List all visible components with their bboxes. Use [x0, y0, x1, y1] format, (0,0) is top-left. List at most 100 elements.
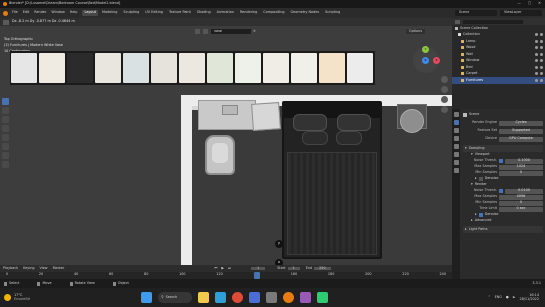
render-engine-dropdown[interactable]: Cycles [499, 120, 543, 126]
render-noise-threshold-field[interactable]: 0.0100 [505, 188, 543, 194]
collection-tab-icon[interactable] [453, 160, 459, 165]
playhead[interactable] [254, 272, 260, 279]
asset-thumbnail[interactable] [95, 53, 121, 83]
visibility-icon[interactable] [535, 78, 538, 82]
output-tab-icon[interactable] [453, 128, 459, 133]
photos-icon[interactable] [266, 292, 278, 303]
taskbar-search[interactable]: ⚲ Search [158, 292, 193, 303]
render-tab-icon[interactable] [453, 120, 459, 125]
blender-menu-icon[interactable] [3, 10, 8, 16]
asset-thumbnail[interactable] [11, 53, 37, 83]
desk-papers[interactable] [251, 102, 281, 131]
time-limit-field[interactable]: 0 sec [499, 206, 543, 212]
timeline-ruler[interactable]: 0 20 40 60 80 100 120 140 160 180 200 22… [0, 272, 452, 278]
language-indicator[interactable]: ENG [495, 295, 502, 299]
media-icon[interactable] [300, 292, 312, 303]
visibility-icon[interactable] [535, 46, 538, 50]
jump-start-icon[interactable]: ⏮ [214, 266, 217, 270]
outliner-search-input[interactable] [463, 19, 523, 24]
advanced-subpanel-header[interactable]: ▸ Advanced [463, 218, 543, 224]
camera-render-icon[interactable] [540, 39, 543, 43]
bed-blanket[interactable] [287, 152, 377, 255]
timeline-playback-menu[interactable]: Playback [3, 266, 18, 270]
asset-thumbnail[interactable] [235, 53, 261, 83]
gizmo-z-axis[interactable]: Z [422, 57, 429, 64]
menu-render[interactable]: Render [34, 10, 46, 14]
app-icon[interactable] [317, 292, 329, 303]
file-explorer-icon[interactable] [198, 292, 210, 303]
clear-search-icon[interactable]: ✕ [253, 29, 256, 33]
desk-drawer[interactable] [222, 105, 238, 115]
edge-browser-icon[interactable] [215, 292, 227, 303]
tab-sculpting[interactable]: Sculpting [121, 10, 141, 15]
windows-start-icon[interactable] [141, 292, 153, 303]
noise-threshold-checkbox[interactable] [499, 159, 503, 163]
feature-set-dropdown[interactable]: Supported [499, 128, 543, 134]
transform-tool-icon[interactable] [2, 143, 9, 150]
maximize-icon[interactable]: □ [528, 1, 531, 5]
render-max-samples-field[interactable]: 4096 [499, 194, 543, 200]
texture-tab-icon[interactable] [453, 168, 459, 173]
camera-render-icon[interactable] [540, 46, 543, 50]
asset-thumbnail[interactable] [319, 53, 345, 83]
camera-render-icon[interactable] [540, 33, 543, 37]
visibility-icon[interactable] [535, 39, 538, 43]
current-frame-field[interactable]: 1 [251, 266, 266, 271]
camera-render-icon[interactable] [540, 72, 543, 76]
camera-render-icon[interactable] [540, 78, 543, 82]
visibility-icon[interactable] [535, 52, 538, 56]
asset-thumbnail[interactable] [179, 53, 205, 83]
pan-hand-icon[interactable] [441, 86, 448, 93]
tab-uv-editing[interactable]: UV Editing [143, 10, 165, 15]
asset-search-input[interactable]: vase [211, 28, 251, 35]
asset-view-icon[interactable] [195, 29, 200, 34]
pillow-right[interactable] [337, 114, 371, 131]
scale-tool-icon[interactable] [2, 134, 9, 141]
asset-thumbnail[interactable] [207, 53, 233, 83]
visibility-icon[interactable] [535, 72, 538, 76]
scene-selector[interactable]: Scene [455, 10, 497, 16]
render-denoise-checkbox[interactable] [478, 213, 483, 217]
timeline-marker-menu[interactable]: Marker [53, 266, 65, 270]
chevron-up-icon[interactable]: ⌃ [488, 295, 491, 299]
viewport-noise-threshold-field[interactable]: 0.1000 [505, 158, 543, 164]
tab-texture-paint[interactable]: Texture Paint [167, 10, 193, 15]
tab-scripting[interactable]: Scripting [323, 10, 342, 15]
weather-icon[interactable] [4, 294, 11, 301]
clock-date[interactable]: 28/11/2022 [519, 297, 539, 301]
gizmo-x-axis[interactable]: X [433, 57, 440, 64]
pillow-small-right[interactable] [336, 131, 362, 145]
select-tool-icon[interactable] [2, 98, 9, 105]
asset-thumbnail[interactable] [123, 53, 149, 83]
tab-rendering[interactable]: Rendering [238, 10, 259, 15]
view-layer-tab-icon[interactable] [453, 136, 459, 141]
camera-icon[interactable] [441, 96, 448, 103]
camera-render-icon[interactable] [540, 65, 543, 69]
close-icon[interactable]: ✕ [538, 1, 541, 5]
asset-thumbnail[interactable] [347, 53, 373, 83]
device-dropdown[interactable]: GPU Compute [499, 136, 543, 142]
viewport-options[interactable]: Options [405, 28, 425, 35]
pillow-left[interactable] [293, 114, 327, 131]
gizmo-y-axis[interactable]: Y [422, 46, 429, 53]
minimize-icon[interactable]: — [518, 1, 521, 5]
denoise-checkbox[interactable] [478, 177, 483, 181]
asset-thumbnail[interactable] [67, 53, 93, 83]
outliner-filter-icon[interactable] [455, 19, 460, 24]
scene-tab-icon[interactable] [453, 144, 459, 149]
volume-icon[interactable]: ► [513, 295, 516, 299]
wall-left[interactable] [181, 95, 192, 265]
asset-thumbnail[interactable] [39, 53, 65, 83]
floor-lamp[interactable] [400, 109, 424, 133]
zoom-icon[interactable] [441, 76, 448, 83]
viewport-max-samples-field[interactable]: 1024 [499, 164, 543, 170]
tab-geometry-nodes[interactable]: Geometry Nodes [289, 10, 322, 15]
visibility-icon[interactable] [535, 65, 538, 69]
play-icon[interactable]: ▶ [221, 266, 224, 270]
camera-render-icon[interactable] [540, 52, 543, 56]
timeline-view-menu[interactable]: View [40, 266, 48, 270]
menu-file[interactable]: File [12, 10, 18, 14]
asset-thumbnail[interactable] [151, 53, 177, 83]
asset-thumbnail[interactable] [291, 53, 317, 83]
measure-tool-icon[interactable] [2, 161, 9, 168]
